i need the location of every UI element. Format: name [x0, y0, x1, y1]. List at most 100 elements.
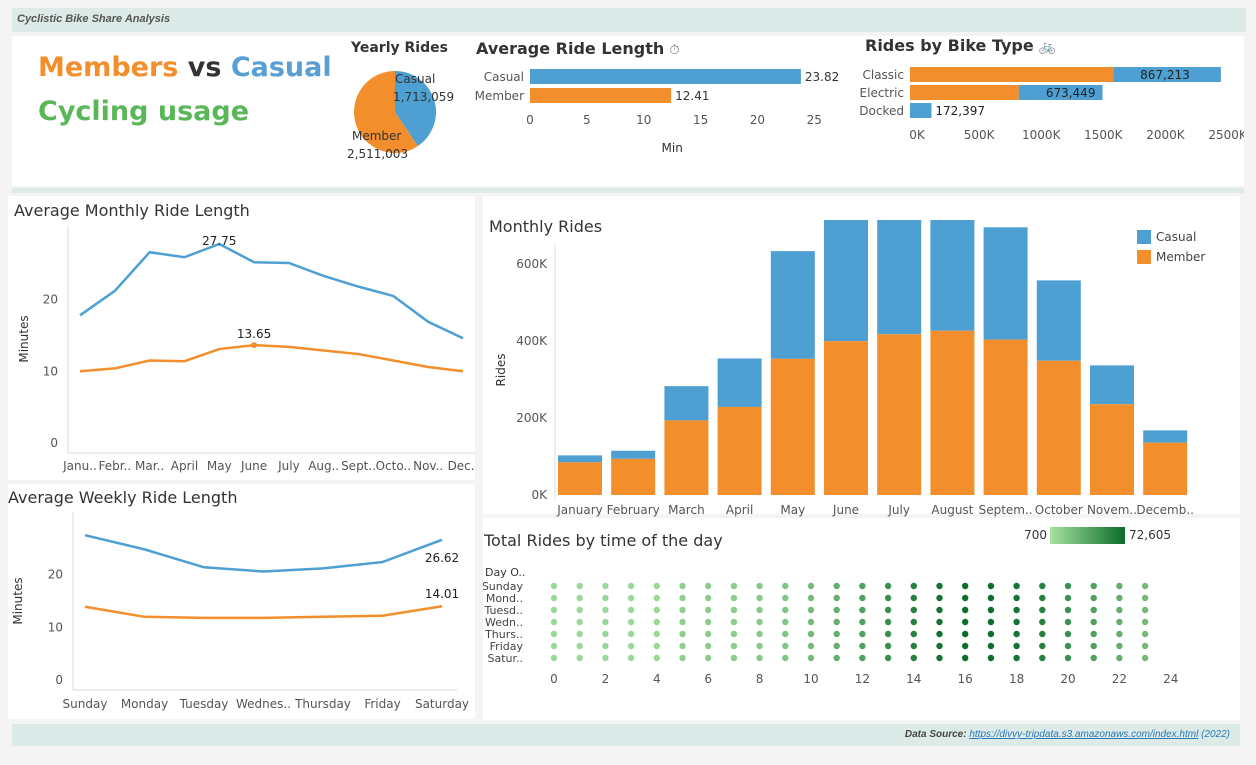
heat-dot [705, 606, 712, 614]
heat-dot [653, 594, 660, 602]
bar-member [1143, 442, 1188, 495]
monthly-length-title: Average Monthly Ride Length [14, 201, 250, 220]
heat-dot [1141, 618, 1149, 626]
legend-label-casual: Casual [1156, 230, 1196, 244]
heat-dot [705, 594, 712, 602]
heat-dot [1039, 606, 1046, 614]
heat-dot [936, 642, 943, 650]
bar-member [910, 67, 1114, 82]
row-label: Satur.. [487, 652, 523, 665]
heat-dot [936, 606, 943, 614]
heat-dot [627, 582, 635, 590]
bike-type-title: Rides by Bike Type 🚲 [865, 36, 1057, 55]
heat-dot [679, 582, 686, 590]
heat-dot [1116, 594, 1123, 602]
heat-dot [884, 642, 892, 650]
heat-dot [782, 618, 789, 626]
heat-dot [1141, 606, 1149, 614]
bar-member [717, 406, 762, 495]
heat-dot [1013, 594, 1020, 602]
heat-dot [859, 630, 866, 638]
brand-members: Members [38, 52, 179, 83]
heat-dot [910, 630, 917, 638]
bar-casual [558, 455, 602, 463]
bar-value-member: 12.41 [675, 89, 709, 103]
heat-dot [730, 654, 738, 662]
y-tick-label: 0 [50, 436, 58, 450]
heat-dot [1013, 642, 1020, 650]
heat-dot [576, 582, 583, 590]
heat-dot [859, 594, 866, 602]
x-tick-label: 500K [964, 128, 996, 142]
bar-casual [717, 358, 762, 407]
bar-value: 867,213 [1140, 68, 1190, 82]
heat-dot [1039, 654, 1046, 662]
heat-dot [962, 594, 969, 602]
heat-dot [962, 606, 969, 614]
x-tick-label: Friday [364, 697, 400, 711]
heat-dot [550, 630, 558, 638]
weekly-length-title: Average Weekly Ride Length [8, 488, 238, 507]
heat-dot [756, 630, 763, 638]
heat-dot [987, 654, 995, 662]
pie-value-member: 2,511,003 [347, 147, 408, 161]
x-tick-label: March [668, 503, 705, 517]
heat-dot [576, 642, 583, 650]
x-tick-label: Aug.. [308, 459, 339, 473]
heat-dot [782, 654, 789, 662]
heat-dot [884, 582, 892, 590]
heat-dot [653, 642, 660, 650]
x-tick-label: May [780, 503, 805, 517]
heat-dot [807, 630, 815, 638]
brand-subtitle: Cycling usage [38, 96, 250, 127]
heat-dot [1141, 594, 1149, 602]
y-tick-label: 20 [48, 568, 63, 582]
heat-dot [730, 630, 738, 638]
heat-dot [550, 582, 558, 590]
bar-label-member: Member [475, 89, 524, 103]
bar-casual [910, 103, 932, 118]
x-tick-label: 2500K [1208, 128, 1244, 142]
x-tick-label: 10 [636, 113, 651, 127]
heat-dot [910, 606, 917, 614]
x-tick-label: June [832, 503, 859, 517]
heat-dot [833, 582, 840, 590]
heat-dot [1090, 594, 1097, 602]
line-member [79, 343, 464, 373]
heat-dot [1090, 630, 1097, 638]
heat-dot [782, 594, 789, 602]
heat-dot [550, 618, 558, 626]
bar-member [770, 358, 815, 495]
heat-dot [1116, 654, 1123, 662]
heat-dot [833, 642, 840, 650]
bar-casual [530, 69, 801, 84]
brand-heading: Members vs Casual [38, 52, 332, 83]
heat-dot [576, 606, 583, 614]
bar-casual [1090, 365, 1134, 405]
x-tick-label: January [556, 503, 603, 517]
y-tick-label: 10 [48, 620, 63, 634]
x-tick-label: 5 [583, 113, 591, 127]
casual-value-label: 26.62 [425, 551, 459, 565]
bar-member [1090, 404, 1134, 495]
heat-dot [1064, 654, 1072, 662]
member-value-label: 13.65 [237, 327, 271, 341]
heat-dot [962, 582, 969, 590]
y-axis-label: Rides [494, 354, 508, 387]
heat-dot [653, 630, 660, 638]
bar-label: Electric [860, 86, 904, 100]
bar-casual [770, 251, 815, 359]
heat-dot [807, 582, 815, 590]
heat-dot [627, 618, 635, 626]
heat-dot [576, 630, 583, 638]
legend-min-label: 700 [1024, 528, 1047, 542]
bar-casual [611, 450, 656, 459]
heat-dot [859, 642, 866, 650]
data-source-link[interactable]: https://divvy-tripdata.s3.amazonaws.com/… [969, 729, 1198, 740]
x-tick-label: May [207, 459, 232, 473]
x-tick-label: Tuesday [179, 697, 229, 711]
heat-dot [807, 606, 815, 614]
bar-casual [930, 220, 975, 331]
heat-dot [627, 594, 635, 602]
bar-member [910, 85, 1019, 100]
